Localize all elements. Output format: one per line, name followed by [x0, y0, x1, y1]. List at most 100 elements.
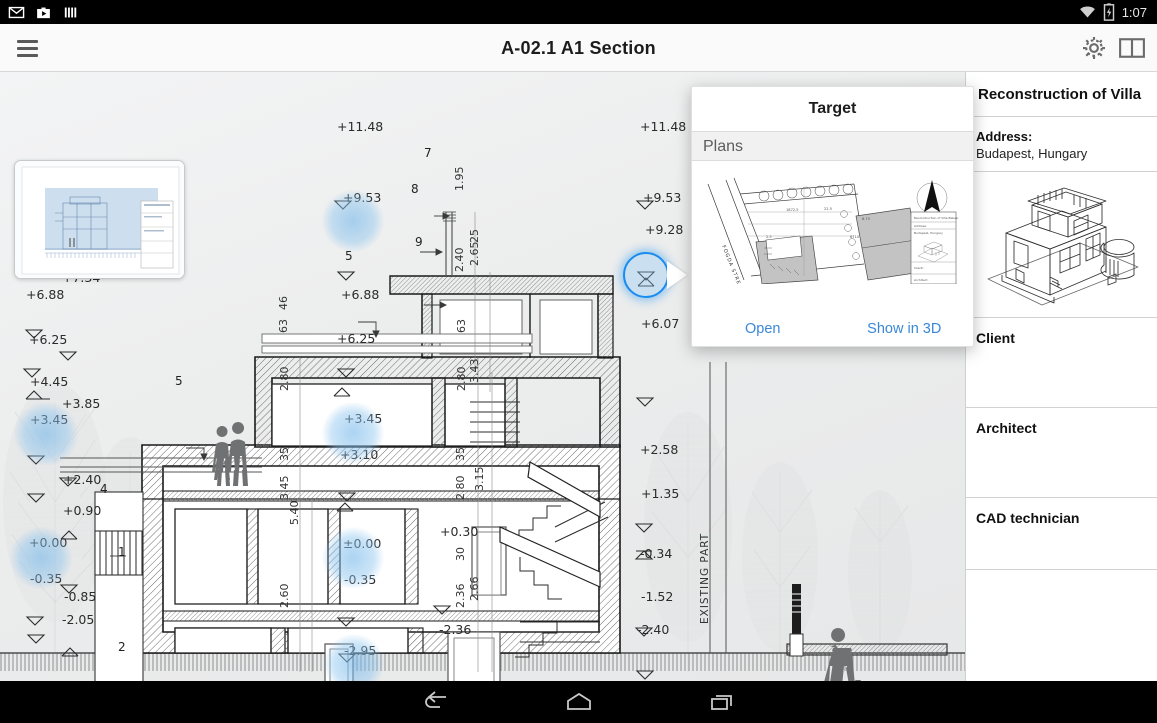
android-status-bar: 1:07 — [0, 0, 1157, 24]
svg-text:Reconstruction of Villa Bekesi: Reconstruction of Villa Bekesi — [914, 216, 958, 220]
android-nav-bar — [0, 681, 1157, 723]
svg-text:Client:: Client: — [914, 266, 924, 270]
elevation-label: +6.25 — [29, 332, 68, 347]
dimension-label: 63 — [455, 319, 468, 333]
elevation-label: -2.36 — [439, 622, 472, 637]
dimension-label: 2.80 — [455, 366, 468, 392]
elevation-label: +6.07 — [641, 316, 680, 331]
highlight-glow — [322, 527, 384, 589]
app-action-bar: A-02.1 A1 Section — [0, 24, 1157, 72]
elevation-label: +11.48 — [337, 119, 384, 134]
client-label: Client — [976, 330, 1015, 346]
elevation-label: -2.05 — [62, 612, 95, 627]
dimension-label: 2.36 — [454, 583, 467, 609]
cad-technician-section: CAD technician — [966, 498, 1157, 570]
selected-target-marker[interactable] — [623, 252, 669, 298]
book-icon[interactable] — [1117, 33, 1147, 63]
elevation-label: +2.40 — [63, 472, 102, 487]
callout-label: 4 — [100, 482, 108, 496]
architect-label: Architect — [976, 420, 1037, 436]
back-arrow-icon[interactable] — [418, 689, 452, 715]
mail-icon — [8, 6, 25, 18]
dimension-label: 2.65 — [468, 241, 481, 267]
elevation-label: +2.58 — [640, 442, 679, 457]
elevation-label: -1.52 — [641, 589, 674, 604]
status-clock: 1:07 — [1121, 4, 1147, 20]
dimension-label: 25 — [468, 229, 481, 243]
app-store-icon — [37, 7, 50, 18]
dimension-label: 35 — [454, 447, 467, 461]
elevation-label: +9.28 — [645, 222, 684, 237]
dimension-label: 35 — [278, 447, 291, 461]
address-label: Address: — [976, 129, 1033, 144]
dimension-label: 2.40 — [453, 247, 466, 273]
villa-3d-render — [966, 172, 1157, 318]
callout-label: 7 — [424, 146, 432, 160]
callout-label: 9 — [415, 235, 423, 249]
project-title: Reconstruction of Villa — [978, 86, 1142, 103]
dimension-label: 2.80 — [454, 475, 467, 501]
svg-text:22.5: 22.5 — [824, 207, 832, 211]
dimension-label: 5.40 — [288, 500, 301, 526]
equalizer-icon — [64, 7, 77, 17]
dimension-label: 46 — [277, 296, 290, 310]
dimension-label: 2.80 — [278, 366, 291, 392]
dimension-label: 3.15 — [473, 466, 486, 492]
siteplan-thumbnail[interactable]: FOGDA STREET 1872.5 22.5 8.75 6710 2.5 R… — [704, 176, 962, 284]
elevation-label: +0.30 — [440, 524, 479, 539]
target-callout-pointer — [667, 261, 687, 289]
dimension-label: 3.45 — [278, 475, 291, 501]
dimension-label: 2.66 — [468, 576, 481, 602]
dimension-label: 63 — [277, 319, 290, 333]
callout-label: 1 — [118, 545, 126, 559]
dimension-label: 3.43 — [468, 358, 481, 384]
elevation-label: +0.90 — [63, 503, 102, 518]
highlight-glow — [14, 402, 78, 466]
address-value: Budapest, Hungary — [976, 146, 1088, 161]
highlight-glow — [10, 527, 72, 589]
popup-category-header: Plans — [692, 131, 973, 161]
cad-technician-label: CAD technician — [976, 510, 1080, 526]
show-in-3d-button[interactable]: Show in 3D — [834, 311, 974, 346]
popup-title: Target — [808, 100, 857, 117]
architect-section: Architect — [966, 408, 1157, 498]
page-title: A-02.1 A1 Section — [501, 38, 656, 58]
home-icon[interactable] — [562, 689, 596, 715]
elevation-label: +1.35 — [641, 486, 680, 501]
elevation-label: +6.25 — [337, 331, 376, 346]
svg-text:Address:: Address: — [914, 224, 927, 228]
highlight-glow — [322, 190, 384, 252]
svg-text:8.75: 8.75 — [862, 217, 870, 221]
svg-text:Budapest, Hungary: Budapest, Hungary — [914, 231, 943, 235]
client-section: Client — [966, 318, 1157, 408]
elevation-label: +9.53 — [643, 190, 682, 205]
dimension-label: 1.95 — [453, 166, 466, 192]
callout-label: 2 — [118, 640, 126, 654]
popup-action-row: Open Show in 3D — [692, 311, 974, 346]
elevation-label: +6.88 — [341, 287, 380, 302]
sheet-thumbnail[interactable] — [14, 160, 185, 279]
svg-text:6710: 6710 — [850, 235, 860, 239]
gear-icon[interactable] — [1079, 33, 1109, 63]
elevation-label: +4.45 — [30, 374, 69, 389]
elevation-label: -2.40 — [637, 622, 670, 637]
callout-label: 5 — [175, 374, 183, 388]
svg-text:Architect:: Architect: — [914, 278, 928, 282]
elevation-label: +11.48 — [640, 119, 687, 134]
address-section: Address: Budapest, Hungary — [966, 117, 1157, 172]
callout-label: 8 — [411, 182, 419, 196]
recent-apps-icon[interactable] — [706, 689, 740, 715]
open-button[interactable]: Open — [692, 311, 834, 346]
highlight-glow — [322, 402, 384, 464]
project-info-panel: Reconstruction of Villa Address: Budapes… — [965, 72, 1157, 681]
existing-part-label: EXISTING PART — [699, 532, 711, 624]
dimension-label: 30 — [454, 547, 467, 561]
svg-text:1872.5: 1872.5 — [786, 208, 799, 212]
elevation-label: +3.85 — [62, 396, 101, 411]
dimension-label: 2.60 — [278, 583, 291, 609]
elevation-label: -0.85 — [64, 589, 97, 604]
target-popup: Target Plans FOGDA STREET 1872.5 22.5 8.… — [691, 86, 974, 347]
battery-charging-icon — [1103, 3, 1114, 21]
wifi-icon — [1079, 5, 1095, 17]
svg-text:2.5: 2.5 — [766, 235, 772, 239]
